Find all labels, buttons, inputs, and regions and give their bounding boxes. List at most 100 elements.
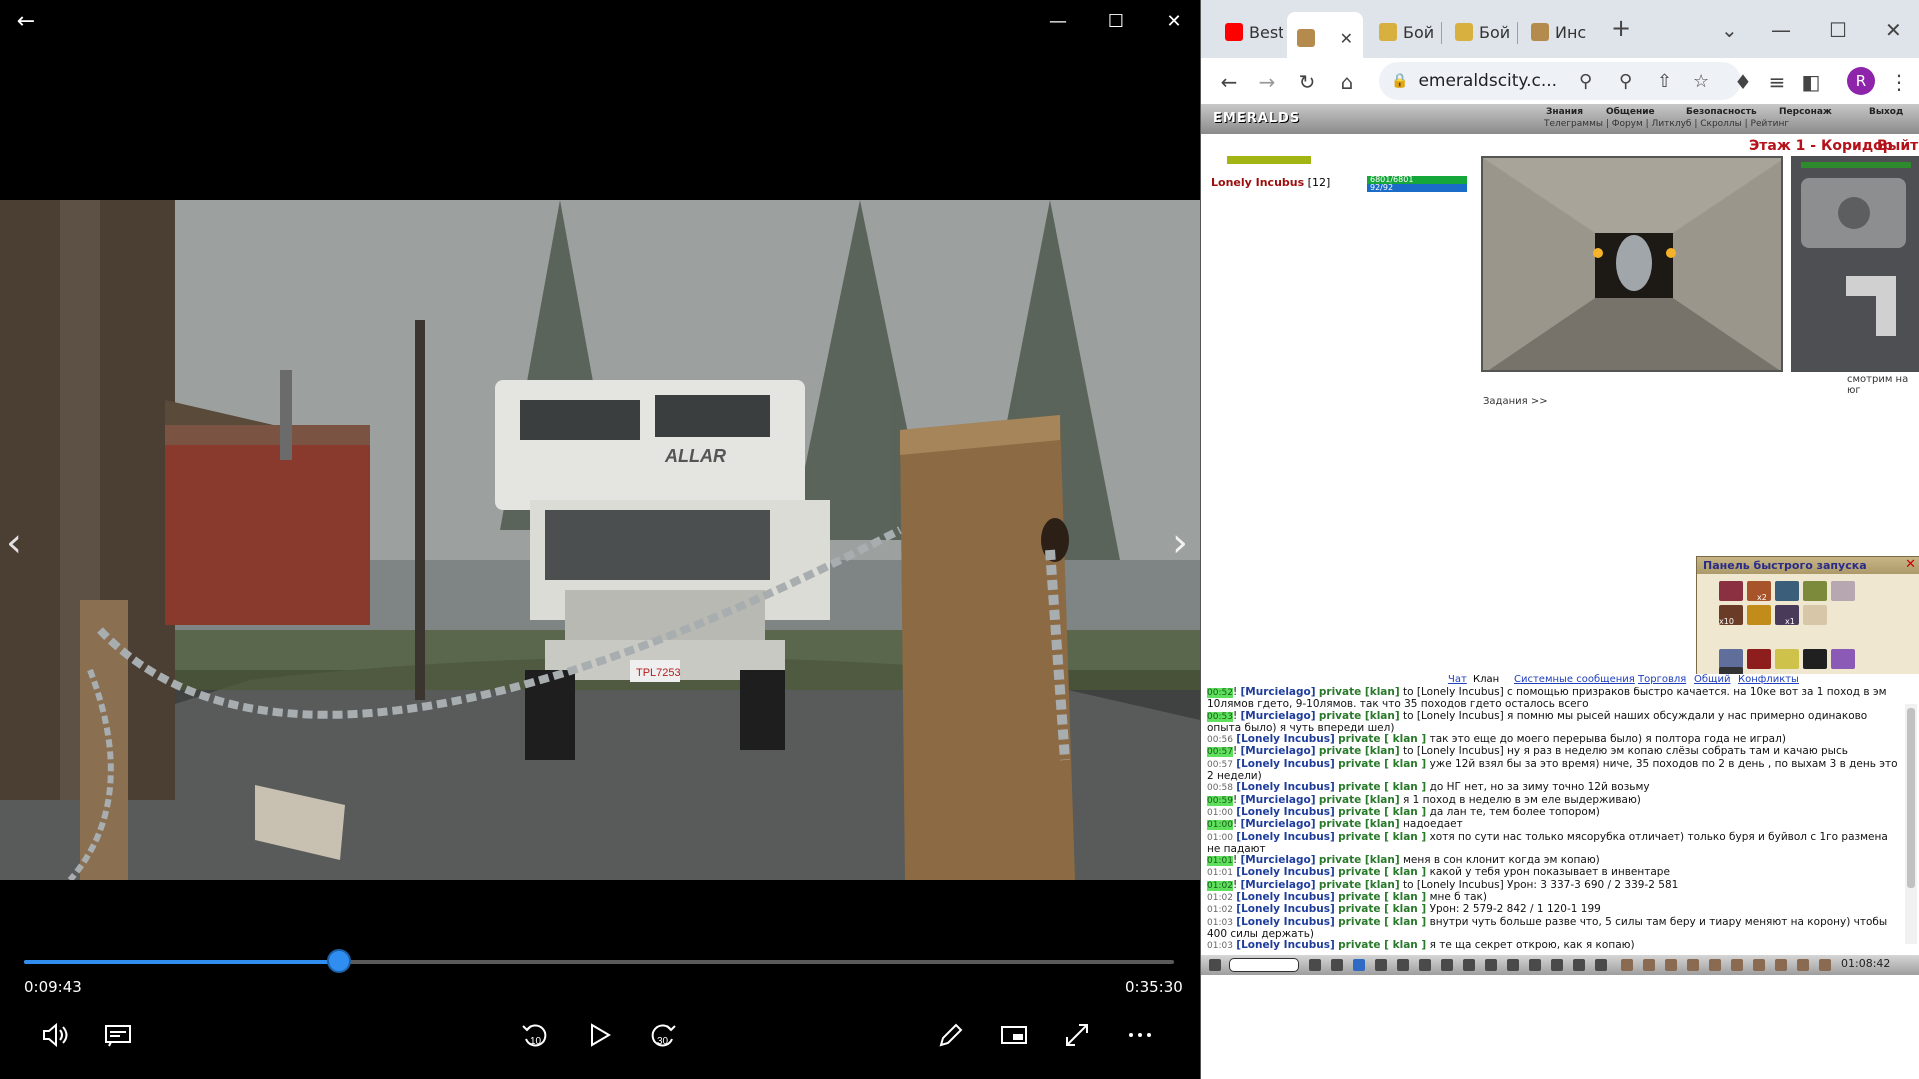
quick-slot[interactable]: [1775, 649, 1799, 669]
key-icon[interactable]: ⚲: [1579, 71, 1592, 92]
seek-bar[interactable]: [24, 949, 1174, 973]
quick-slot[interactable]: [1803, 649, 1827, 669]
helmet-icon[interactable]: [1797, 959, 1809, 971]
chat-username[interactable]: [Murcielago]: [1240, 818, 1315, 830]
gem-icon[interactable]: [1753, 959, 1765, 971]
tasks-link[interactable]: Задания >>: [1483, 396, 1548, 407]
chat-username[interactable]: [Lonely Incubus]: [1236, 903, 1335, 915]
smile-icon[interactable]: [1331, 959, 1343, 971]
zoom-icon[interactable]: ⚲: [1619, 71, 1632, 92]
share-icon[interactable]: ⇧: [1657, 71, 1672, 92]
chat-username[interactable]: [Murcielago]: [1240, 879, 1315, 891]
rune-icon[interactable]: [1687, 959, 1699, 971]
map-icon[interactable]: [1463, 959, 1475, 971]
quick-slot[interactable]: [1831, 649, 1855, 669]
game-sublinks[interactable]: Телеграммы | Форум | Литклуб | Скроллы |…: [1544, 119, 1789, 129]
sword-icon[interactable]: [1419, 959, 1431, 971]
chat-username[interactable]: [Murcielago]: [1240, 745, 1315, 757]
quick-slot[interactable]: [1831, 581, 1855, 601]
tab-instance[interactable]: Инс: [1521, 14, 1591, 50]
menu-character[interactable]: Персонаж: [1779, 107, 1832, 117]
chat-username[interactable]: [Lonely Incubus]: [1236, 781, 1335, 793]
gift-icon[interactable]: [1819, 959, 1831, 971]
quick-slot[interactable]: [1803, 581, 1827, 601]
close-tab-icon[interactable]: ✕: [1340, 29, 1353, 48]
filter-icon[interactable]: [1353, 959, 1365, 971]
book-icon[interactable]: [1709, 959, 1721, 971]
minimize-icon[interactable]: —: [1038, 8, 1078, 36]
info-icon[interactable]: [1507, 959, 1519, 971]
chat-scrollbar[interactable]: [1905, 704, 1917, 944]
quick-slot[interactable]: [1803, 605, 1827, 625]
quick-slot[interactable]: [1747, 605, 1771, 625]
mail-icon[interactable]: [1595, 959, 1607, 971]
minimize-icon[interactable]: —: [1771, 18, 1791, 42]
chat-username[interactable]: [Lonely Incubus]: [1236, 831, 1335, 843]
chat-tab-clan[interactable]: Клан: [1473, 674, 1499, 685]
dungeon-view[interactable]: [1481, 156, 1783, 372]
tab-search-chevron-icon[interactable]: ⌄: [1721, 18, 1738, 42]
chat-username[interactable]: [Lonely Incubus]: [1236, 952, 1335, 953]
home-icon[interactable]: ⌂: [1333, 68, 1361, 96]
navigation-panel[interactable]: [1791, 156, 1919, 372]
chat-username[interactable]: [Lonely Incubus]: [1236, 733, 1335, 745]
miniview-button[interactable]: [991, 1015, 1037, 1055]
back-arrow-icon[interactable]: ←: [6, 8, 46, 36]
edit-button[interactable]: [928, 1015, 974, 1055]
quick-slot[interactable]: [1775, 581, 1799, 601]
potion-icon[interactable]: [1643, 959, 1655, 971]
send-icon[interactable]: [1309, 959, 1321, 971]
quick-slot[interactable]: [1719, 649, 1743, 669]
skip-forward-button[interactable]: 30: [640, 1015, 686, 1055]
chat-tab-conflicts[interactable]: Конфликты: [1738, 674, 1799, 685]
shield-icon[interactable]: [1441, 959, 1453, 971]
side-panel-icon[interactable]: ◧: [1797, 68, 1825, 96]
chat-tab-trade[interactable]: Торговля: [1638, 674, 1686, 685]
chat-username[interactable]: [Murcielago]: [1240, 794, 1315, 806]
tab-emeralds-active[interactable]: ✕: [1287, 12, 1363, 64]
chat-username[interactable]: [Murcielago]: [1240, 854, 1315, 866]
forward-arrow-icon[interactable]: →: [1253, 68, 1281, 96]
ring-icon[interactable]: [1775, 959, 1787, 971]
chat-username[interactable]: [Murcielago]: [1240, 710, 1315, 722]
chat-username[interactable]: [Lonely Incubus]: [1236, 916, 1335, 928]
back-arrow-icon[interactable]: ←: [1215, 68, 1243, 96]
chat-username[interactable]: [Lonely Incubus]: [1236, 806, 1335, 818]
bag-icon[interactable]: [1621, 959, 1633, 971]
sound-icon[interactable]: [1573, 959, 1585, 971]
close-icon[interactable]: ✕: [1154, 8, 1194, 36]
tab-battle-1[interactable]: Бой: [1369, 14, 1439, 50]
chat-tab-chat[interactable]: Чат: [1448, 674, 1467, 685]
media-queue-icon[interactable]: ≡: [1763, 68, 1791, 96]
tab-youtube[interactable]: Best: [1215, 14, 1283, 50]
bookmark-star-icon[interactable]: ☆: [1693, 71, 1709, 92]
clock-icon[interactable]: [1485, 959, 1497, 971]
chat-tab-system[interactable]: Системные сообщения: [1514, 674, 1635, 685]
close-icon[interactable]: ✕: [1905, 557, 1916, 572]
next-video-icon[interactable]: ›: [1172, 520, 1188, 566]
chat-tab-general[interactable]: Общий: [1694, 674, 1730, 685]
close-icon[interactable]: ✕: [1885, 18, 1902, 42]
more-options-button[interactable]: [1117, 1015, 1163, 1055]
quick-slot[interactable]: [1719, 581, 1743, 601]
subtitles-button[interactable]: [95, 1015, 141, 1055]
settings-icon[interactable]: [1209, 959, 1221, 971]
key-icon[interactable]: [1731, 959, 1743, 971]
chat-username[interactable]: [Lonely Incubus]: [1236, 939, 1335, 951]
scroll-icon[interactable]: [1665, 959, 1677, 971]
extensions-puzzle-icon[interactable]: ♦: [1729, 68, 1757, 96]
quick-slot[interactable]: [1747, 649, 1771, 669]
profile-avatar[interactable]: R: [1847, 67, 1875, 95]
maximize-icon[interactable]: ☐: [1096, 8, 1136, 36]
volume-button[interactable]: [32, 1015, 78, 1055]
people-icon[interactable]: [1397, 959, 1409, 971]
menu-exit[interactable]: Выход: [1869, 107, 1903, 117]
maximize-icon[interactable]: ☐: [1829, 18, 1847, 42]
chat-username[interactable]: [Lonely Incubus]: [1236, 891, 1335, 903]
chat-input[interactable]: [1229, 958, 1299, 972]
new-tab-button[interactable]: +: [1611, 14, 1631, 42]
menu-security[interactable]: Безопасность: [1686, 107, 1757, 117]
play-button[interactable]: [576, 1015, 622, 1055]
video-frame[interactable]: ALLAR TPL7253: [0, 200, 1200, 880]
chat-username[interactable]: [Lonely Incubus]: [1236, 758, 1335, 770]
